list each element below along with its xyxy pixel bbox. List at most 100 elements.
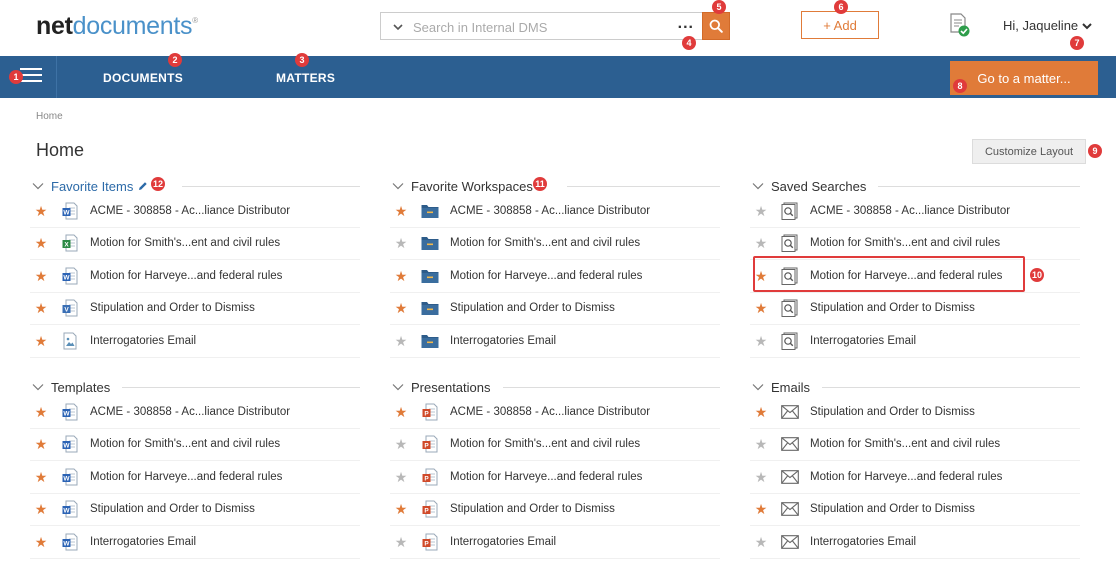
star-filled-icon[interactable]: ★: [394, 269, 408, 283]
star-filled-icon[interactable]: ★: [394, 502, 408, 516]
star-filled-icon[interactable]: ★: [754, 301, 768, 315]
list-item-label: Motion for Harveye...and federal rules: [90, 470, 283, 483]
list-item[interactable]: ★ Motion for Harveye...and federal rules: [390, 260, 720, 293]
chevron-down-icon: [1082, 22, 1092, 29]
star-empty-icon[interactable]: ★: [394, 535, 408, 549]
list-item[interactable]: ★ Stipulation and Order to Dismiss: [750, 396, 1080, 429]
customize-layout-button[interactable]: Customize Layout: [972, 139, 1086, 164]
hamburger-menu-icon[interactable]: [20, 68, 42, 86]
panel-header-toggle[interactable]: Favorite Workspaces: [390, 177, 720, 195]
star-filled-icon[interactable]: ★: [754, 269, 768, 283]
star-filled-icon[interactable]: ★: [394, 204, 408, 218]
list-item[interactable]: ★ P Motion for Smith's...ent and civil rul…: [390, 429, 720, 461]
star-empty-icon[interactable]: ★: [394, 236, 408, 250]
panel-title: Presentations: [411, 379, 491, 395]
panel-saved-searches: Saved Searches ★ ACME - 308858 - Ac...lian…: [750, 177, 1080, 358]
list-item[interactable]: ★ Stipulation and Order to Dismiss: [750, 494, 1080, 526]
document-sync-status-icon[interactable]: [948, 13, 970, 37]
search-options-more-button[interactable]: ...: [678, 15, 694, 33]
panel-header-toggle[interactable]: Favorite Items: [30, 177, 360, 195]
list-item[interactable]: ★ W Motion for Harveye...and federal rules: [30, 260, 360, 293]
list-item[interactable]: ★ Interrogatories Email: [750, 526, 1080, 559]
saved-search-icon: [781, 234, 799, 253]
star-filled-icon[interactable]: ★: [34, 470, 48, 484]
breadcrumb[interactable]: Home: [36, 111, 63, 122]
star-empty-icon[interactable]: ★: [394, 437, 408, 451]
star-filled-icon[interactable]: ★: [34, 301, 48, 315]
svg-text:P: P: [424, 540, 429, 547]
panel-item-list: ★ W ACME - 308858 - Ac...liance Distributo…: [30, 396, 360, 559]
pencil-icon[interactable]: [138, 181, 148, 191]
add-button[interactable]: + Add: [801, 11, 879, 39]
list-item[interactable]: ★ P Stipulation and Order to Dismiss: [390, 494, 720, 526]
search-input[interactable]: [413, 18, 673, 36]
star-filled-icon[interactable]: ★: [34, 236, 48, 250]
star-empty-icon[interactable]: ★: [394, 470, 408, 484]
star-empty-icon[interactable]: ★: [754, 334, 768, 348]
list-item[interactable]: ★ X Motion for Smith's...ent and civil rul…: [30, 228, 360, 260]
user-menu[interactable]: Hi, Jaqueline: [1003, 18, 1092, 33]
star-filled-icon[interactable]: ★: [34, 502, 48, 516]
search-scope-chevron-icon[interactable]: [393, 22, 403, 32]
panel-header-toggle[interactable]: Templates: [30, 378, 360, 396]
star-empty-icon[interactable]: ★: [754, 437, 768, 451]
list-item[interactable]: ★ Stipulation and Order to Dismiss: [750, 293, 1080, 325]
star-filled-icon[interactable]: ★: [34, 437, 48, 451]
saved-search-icon: [781, 267, 799, 285]
word-doc-icon: W: [61, 403, 79, 421]
star-filled-icon[interactable]: ★: [34, 269, 48, 283]
list-item[interactable]: ★ W ACME - 308858 - Ac...liance Distributo…: [30, 195, 360, 228]
list-item[interactable]: ★ Motion for Smith's...ent and civil rule…: [390, 228, 720, 260]
star-empty-icon[interactable]: ★: [754, 204, 768, 218]
list-item[interactable]: ★ ACME - 308858 - Ac...liance Distributor: [750, 195, 1080, 228]
list-item[interactable]: ★ Interrogatories Email: [30, 325, 360, 358]
tab-matters[interactable]: MATTERS: [276, 71, 335, 85]
star-filled-icon[interactable]: ★: [754, 405, 768, 419]
search-button[interactable]: [702, 12, 730, 40]
star-empty-icon[interactable]: ★: [754, 535, 768, 549]
nav-divider: [56, 56, 57, 98]
list-item-label: ACME - 308858 - Ac...liance Distributor: [90, 204, 291, 217]
star-empty-icon[interactable]: ★: [754, 236, 768, 250]
star-filled-icon[interactable]: ★: [394, 301, 408, 315]
panel-header-toggle[interactable]: Emails: [750, 378, 1080, 396]
star-filled-icon[interactable]: ★: [34, 204, 48, 218]
star-empty-icon[interactable]: ★: [754, 470, 768, 484]
tab-documents[interactable]: DOCUMENTS: [103, 71, 183, 85]
star-filled-icon[interactable]: ★: [754, 502, 768, 516]
star-filled-icon[interactable]: ★: [34, 334, 48, 348]
list-item[interactable]: ★ W Motion for Smith's...ent and civil rul…: [30, 429, 360, 461]
list-item[interactable]: ★ W Stipulation and Order to Dismiss: [30, 494, 360, 526]
list-item[interactable]: ★ W ACME - 308858 - Ac...liance Distributo…: [30, 396, 360, 429]
svg-text:P: P: [424, 475, 429, 482]
star-filled-icon[interactable]: ★: [394, 405, 408, 419]
list-item-label: Motion for Harveye...and federal rules: [810, 470, 1003, 483]
star-empty-icon[interactable]: ★: [394, 334, 408, 348]
list-item-label: Interrogatories Email: [90, 334, 197, 347]
powerpoint-doc-icon: P: [421, 468, 439, 486]
panel-emails: Emails ★ Stipulation and Order to Dismiss ★…: [750, 378, 1080, 559]
panel-header-toggle[interactable]: Saved Searches: [750, 177, 1080, 195]
list-item[interactable]: ★ P Motion for Harveye...and federal rules: [390, 461, 720, 494]
list-item[interactable]: ★ Interrogatories Email: [390, 325, 720, 358]
list-item[interactable]: ★ W Interrogatories Email: [30, 526, 360, 559]
list-item-label: Stipulation and Order to Dismiss: [810, 405, 975, 418]
list-item[interactable]: ★ V Stipulation and Order to Dismiss: [30, 293, 360, 325]
list-item[interactable]: ★ W Motion for Harveye...and federal rules: [30, 461, 360, 494]
list-item[interactable]: ★ Motion for Smith's...ent and civil rule…: [750, 429, 1080, 461]
svg-text:W: W: [63, 209, 70, 216]
list-item[interactable]: ★ ACME - 308858 - Ac...liance Distributor: [390, 195, 720, 228]
list-item[interactable]: ★ Motion for Harveye...and federal rules: [750, 461, 1080, 494]
star-filled-icon[interactable]: ★: [34, 405, 48, 419]
go-to-matter-button[interactable]: Go to a matter...: [950, 61, 1098, 95]
callout-badge: 6: [834, 0, 848, 14]
panel-header-toggle[interactable]: Presentations: [390, 378, 720, 396]
netdocuments-logo[interactable]: netdocuments®: [36, 12, 198, 41]
list-item[interactable]: ★ P ACME - 308858 - Ac...liance Distributo…: [390, 396, 720, 429]
list-item[interactable]: ★ P Interrogatories Email: [390, 526, 720, 559]
star-filled-icon[interactable]: ★: [34, 535, 48, 549]
list-item[interactable]: ★ Interrogatories Email: [750, 325, 1080, 358]
panel-title: Emails: [771, 379, 811, 395]
list-item[interactable]: ★ Stipulation and Order to Dismiss: [390, 293, 720, 325]
list-item[interactable]: ★ Motion for Smith's...ent and civil rule…: [750, 228, 1080, 260]
